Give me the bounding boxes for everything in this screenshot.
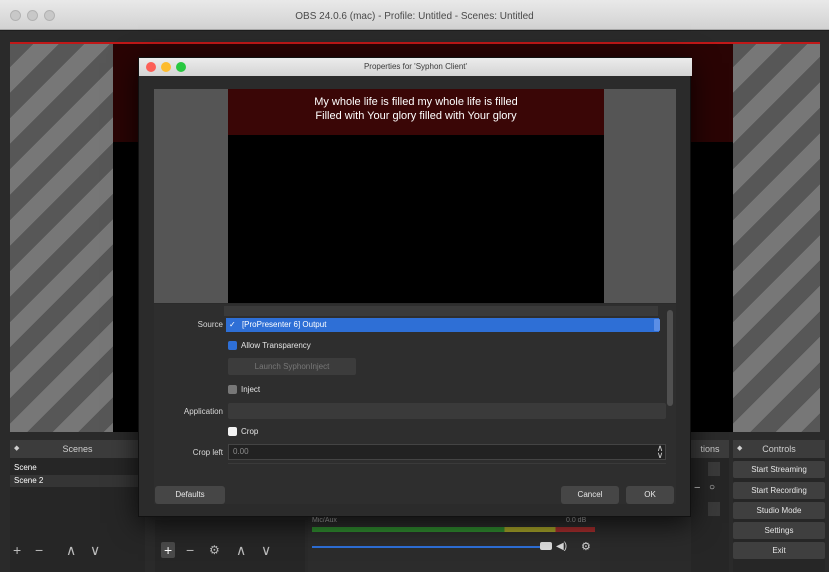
transition-gear-icon[interactable]: ○ [709,482,715,493]
allow-transparency-label: Allow Transparency [241,341,311,350]
move-source-up-icon[interactable]: ∧ [236,542,246,559]
inject-label: Inject [241,385,261,394]
dialog-minimize-icon[interactable] [161,62,171,72]
duration-stepper[interactable] [708,502,720,516]
add-scene-icon[interactable]: + [13,542,21,558]
source-select[interactable]: ✓ [ProPresenter 6] Output [226,318,659,332]
scene-item[interactable]: Scene 2 [10,475,141,487]
properties-scrollbar[interactable] [667,310,673,406]
settings-button[interactable]: Settings [733,522,825,539]
scenes-title: Scenes [62,444,93,454]
source-label: Source [197,320,223,329]
window-titlebar: OBS 24.0.6 (mac) - Profile: Untitled - S… [0,0,829,30]
dialog-titlebar: Properties for 'Syphon Client' [139,58,692,76]
remove-scene-icon[interactable]: − [35,542,43,558]
mixer-gear-icon[interactable]: ⚙ [581,540,591,553]
lyrics-line-2: Filled with Your glory filled with Your … [315,110,517,122]
dialog-close-icon[interactable] [146,62,156,72]
crop-checkbox[interactable] [228,427,237,436]
source-dropdown-list [224,306,658,316]
exit-button[interactable]: Exit [733,542,825,559]
studio-mode-button[interactable]: Studio Mode [733,502,825,519]
transitions-header: tions [691,440,729,458]
dialog-zoom-icon[interactable] [176,62,186,72]
volume-slider-handle[interactable] [540,542,552,550]
source-properties-gear-icon[interactable]: ⚙ [209,543,220,557]
start-recording-button[interactable]: Start Recording [733,482,825,499]
check-icon: ✓ [229,320,236,329]
window-title: OBS 24.0.6 (mac) - Profile: Untitled - S… [295,11,534,22]
application-label: Application [183,407,223,416]
dock-float-icon[interactable]: ◆ [14,440,19,458]
cancel-button[interactable]: Cancel [561,486,619,504]
transition-select-stepper[interactable] [708,462,720,476]
mixer-channel-name: Mic/Aux [312,517,337,524]
remove-transition-icon[interactable]: − [694,482,700,494]
defaults-button[interactable]: Defaults [155,486,225,504]
sources-dock [155,520,305,572]
preview-left-stripes [10,42,113,432]
move-source-down-icon[interactable]: ∨ [261,542,271,559]
mixer-level-readout: 0.0 dB [566,517,587,524]
inject-checkbox[interactable] [228,385,237,394]
application-select[interactable] [228,403,666,419]
ok-button[interactable]: OK [626,486,674,504]
preview-right-stripes [733,42,820,432]
dock-float-icon[interactable]: ◆ [737,440,742,458]
start-streaming-button[interactable]: Start Streaming [733,461,825,478]
volume-meter [312,527,595,532]
scenes-dock [10,440,145,572]
volume-slider[interactable] [312,546,540,548]
properties-dialog: Properties for 'Syphon Client' My whole … [138,57,692,517]
scenes-header: ◆ Scenes [10,440,145,458]
dialog-title: Properties for 'Syphon Client' [363,62,468,71]
speaker-icon[interactable]: ◀) [556,541,567,552]
move-scene-down-icon[interactable]: ∨ [90,542,100,559]
controls-header: ◆ Controls [733,440,825,458]
remove-source-icon[interactable]: − [186,542,194,558]
form-divider [228,463,666,464]
crop-left-label: Crop left [192,448,223,457]
allow-transparency-checkbox[interactable] [228,341,237,350]
scene-item[interactable]: Scene [10,462,141,474]
crop-label: Crop [241,427,259,436]
lyrics-overlay: My whole life is filled my whole life is… [228,89,604,135]
crop-left-input[interactable]: 0.00 [228,444,666,460]
move-scene-up-icon[interactable]: ∧ [66,542,76,559]
add-source-icon[interactable]: + [161,542,176,558]
source-select-stepper[interactable] [654,319,660,331]
chevron-down-icon[interactable]: ∨ [655,451,665,460]
lyrics-line-1: My whole life is filled my whole life is… [314,96,518,108]
crop-left-stepper[interactable]: ∧ ∨ [655,444,665,460]
launch-syphoninject-button[interactable]: Launch SyphonInject [228,358,356,375]
source-select-value: [ProPresenter 6] Output [241,320,327,329]
preview-selection-line [10,42,820,44]
controls-title: Controls [762,444,796,454]
